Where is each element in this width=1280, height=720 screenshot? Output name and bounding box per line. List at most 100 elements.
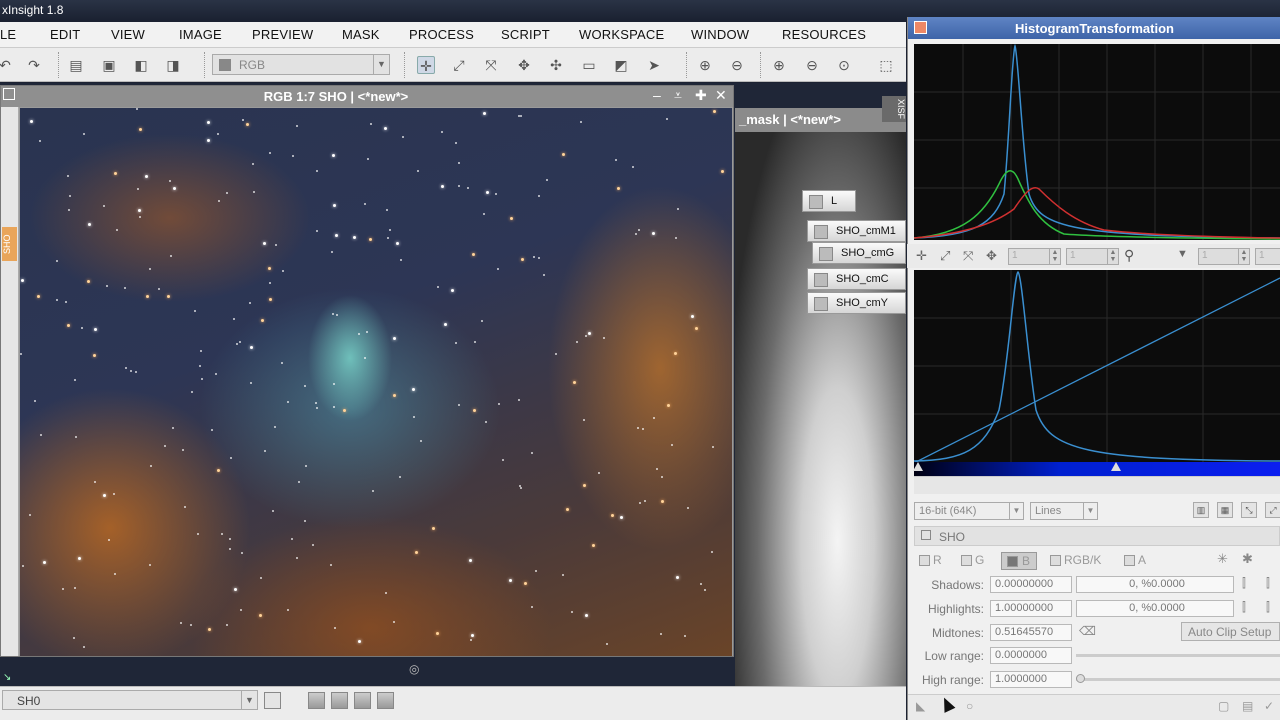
auto-clip-setup-button[interactable]: Auto Clip Setup — [1181, 622, 1280, 641]
rgb-channel-select[interactable]: RGB ▼ — [212, 54, 390, 75]
settings-icon[interactable]: ✱ — [1242, 551, 1253, 567]
mask-chip-cmg[interactable]: SHO_cmG — [812, 242, 906, 264]
channel-a-toggle[interactable]: A — [1124, 553, 1146, 567]
reset-midtones-icon[interactable]: ⌫ — [1079, 624, 1096, 638]
view-options-button[interactable] — [264, 692, 281, 709]
undo-icon[interactable]: ↶ — [0, 56, 14, 74]
zoom-1-icon[interactable]: ⊙ — [835, 56, 853, 74]
resolution-select[interactable]: 16-bit (64K) ▼ — [914, 502, 1024, 520]
magnifier-icon[interactable]: ⚲ — [1124, 247, 1134, 264]
readout-cursor-icon[interactable]: ✛ — [417, 56, 435, 74]
mask-chip-cmm1[interactable]: SHO_cmM1 — [807, 220, 906, 242]
menu-process[interactable]: PROCESS — [409, 27, 474, 42]
menu-view[interactable]: VIEW — [111, 27, 145, 42]
move-icon[interactable]: ✣ — [547, 56, 565, 74]
zoom-in-2-icon[interactable]: ⊕ — [770, 56, 788, 74]
new-instance-icon[interactable]: ◣ — [916, 699, 925, 713]
zoom-3-spinner[interactable]: 1 ▲ ▼ — [1198, 248, 1250, 265]
zoom-v-spinner[interactable]: 1 ▲ ▼ — [1066, 248, 1119, 265]
zoom-fit-icon[interactable]: ⤢ — [450, 56, 468, 74]
image-window-titlebar[interactable]: RGB 1:7 SHO | <*new*> ‒ ⩡ ✚ ✕ — [1, 86, 733, 107]
reset-icon[interactable]: ✓ — [1264, 699, 1274, 713]
mask-chip-l[interactable]: L — [802, 190, 856, 212]
preview-toggle-icon[interactable]: ▢ — [1218, 699, 1229, 713]
tool-icon-3[interactable]: ◧ — [132, 56, 150, 74]
redo-icon[interactable]: ↷ — [25, 56, 43, 74]
bottom-button-1[interactable] — [308, 692, 325, 709]
low-range-input[interactable]: 0.0000000 — [990, 647, 1072, 664]
zoom-in-icon[interactable]: ⊕ — [696, 56, 714, 74]
highlights-clip-icon[interactable]: ⫿ — [1242, 600, 1246, 615]
square-icon[interactable]: ▭ — [580, 56, 598, 74]
input-histogram-plot[interactable] — [914, 44, 1280, 240]
mask-window-title[interactable]: _mask | <*new*> — [735, 108, 906, 132]
high-range-slider[interactable] — [1076, 674, 1280, 683]
center-target-icon[interactable]: ◎ — [409, 662, 419, 676]
shadows-clip-icon-2[interactable]: ⫿ — [1266, 576, 1270, 591]
menu-window[interactable]: WINDOW — [691, 27, 749, 42]
zoom-h-spinner[interactable]: 1 ▲ ▼ — [1008, 248, 1061, 265]
xisf-tab[interactable]: XISF — [882, 96, 906, 122]
pan-icon[interactable]: ✥ — [986, 248, 997, 264]
midtones-input[interactable]: 0.51645570 — [990, 624, 1072, 641]
pointer-icon[interactable]: ➤ — [645, 56, 663, 74]
log-scale-icon[interactable]: ▥ — [1193, 502, 1209, 518]
view-target-row[interactable]: SHO — [914, 526, 1280, 546]
tool-icon-1[interactable]: ▤ — [67, 56, 85, 74]
view-selector[interactable]: SH0 ▼ — [2, 690, 258, 710]
mask-chip-cmy[interactable]: SHO_cmY — [807, 292, 906, 314]
midtones-handle[interactable] — [1111, 462, 1121, 471]
bottom-button-3[interactable] — [354, 692, 371, 709]
menu-workspace[interactable]: WORKSPACE — [579, 27, 664, 42]
crossfit-icon[interactable]: ⤧ — [963, 248, 973, 264]
reset-channel-icon[interactable]: ✳ — [1217, 551, 1228, 567]
menu-resources[interactable]: RESOURCES — [782, 27, 866, 42]
shadows-clip-icon[interactable]: ⫿ — [1242, 576, 1246, 591]
highlights-clip-icon-2[interactable]: ⫿ — [1266, 600, 1270, 615]
zoom-4-spinner[interactable]: 1 — [1255, 248, 1280, 265]
mask-chip-cmc[interactable]: SHO_cmC — [807, 268, 906, 290]
menu-mask[interactable]: MASK — [342, 27, 380, 42]
slider-track[interactable] — [914, 476, 1280, 494]
zoom-out-icon[interactable]: ⊖ — [728, 56, 746, 74]
show-rgb-icon[interactable]: ▦ — [1217, 502, 1233, 518]
low-range-slider[interactable] — [1076, 654, 1280, 657]
fit-icon[interactable]: ⤢ — [940, 248, 950, 264]
fit-window-icon[interactable]: ⬚ — [877, 56, 895, 74]
close-icon[interactable]: ✕ — [715, 87, 727, 104]
highlights-input[interactable]: 1.00000000 — [990, 600, 1072, 617]
graph-style-select[interactable]: Lines ▼ — [1030, 502, 1098, 520]
pan-icon[interactable]: ✥ — [515, 56, 533, 74]
tool-icon-2[interactable]: ▣ — [100, 56, 118, 74]
image-window[interactable]: RGB 1:7 SHO | <*new*> ‒ ⩡ ✚ ✕ SHO ↘✕⊡⊚ — [0, 85, 734, 720]
channel-r-toggle[interactable]: R — [919, 553, 942, 567]
shade-icon[interactable]: ⩡ — [674, 87, 682, 104]
nebula-image[interactable] — [20, 108, 732, 656]
window-menu-icon[interactable] — [3, 88, 15, 100]
menu-image[interactable]: IMAGE — [179, 27, 222, 42]
apply-global-icon[interactable]: ○ — [966, 699, 973, 713]
shadows-handle[interactable] — [913, 462, 923, 471]
filter-icon[interactable]: ▼ — [1177, 248, 1188, 260]
show-grid-icon[interactable]: ⤢ — [1265, 502, 1280, 518]
high-range-handle[interactable] — [1076, 674, 1085, 683]
channel-g-toggle[interactable]: G — [961, 553, 984, 567]
transfer-slider-bar[interactable] — [913, 462, 1280, 476]
maximize-icon[interactable]: ✚ — [695, 87, 707, 104]
high-range-input[interactable]: 1.0000000 — [990, 671, 1072, 688]
minimize-icon[interactable]: ‒ — [653, 87, 661, 103]
menu-file[interactable]: LE — [0, 27, 16, 42]
shadows-input[interactable]: 0.00000000 — [990, 576, 1072, 593]
bottom-button-2[interactable] — [331, 692, 348, 709]
zoom-cursor-icon[interactable]: ✛ — [916, 248, 927, 264]
channel-b-toggle[interactable]: B — [1001, 552, 1038, 570]
crop-icon[interactable]: ⤧ — [482, 56, 500, 74]
zoom-out-2-icon[interactable]: ⊖ — [803, 56, 821, 74]
menu-script[interactable]: SCRIPT — [501, 27, 550, 42]
tool-icon-4[interactable]: ◨ — [164, 56, 182, 74]
show-curve-icon[interactable]: ⤡ — [1241, 502, 1257, 518]
channel-rgbk-toggle[interactable]: RGB/K — [1050, 553, 1101, 567]
preview-icon[interactable]: ◩ — [612, 56, 630, 74]
menu-edit[interactable]: EDIT — [50, 27, 80, 42]
image-side-tab[interactable]: SHO — [2, 227, 17, 261]
